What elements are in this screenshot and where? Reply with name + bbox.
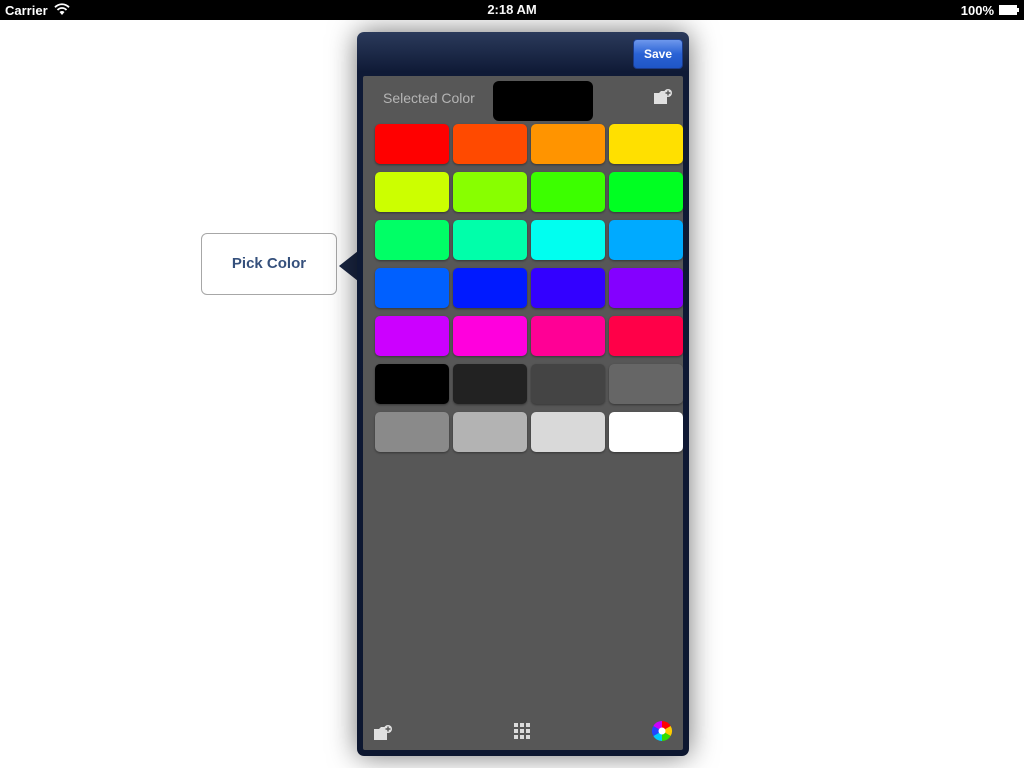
- color-swatch[interactable]: [531, 172, 605, 212]
- color-swatch[interactable]: [453, 316, 527, 356]
- battery-icon: [999, 5, 1019, 15]
- color-swatch[interactable]: [609, 172, 683, 212]
- color-swatch[interactable]: [609, 364, 683, 404]
- color-swatch[interactable]: [453, 364, 527, 404]
- color-swatch[interactable]: [531, 268, 605, 308]
- save-button[interactable]: Save: [633, 39, 683, 69]
- selected-color-swatch: [493, 81, 593, 121]
- color-swatch[interactable]: [375, 172, 449, 212]
- color-swatch[interactable]: [453, 220, 527, 260]
- add-folder-icon[interactable]: [653, 88, 673, 106]
- color-swatch[interactable]: [531, 412, 605, 452]
- selected-color-label: Selected Color: [383, 90, 475, 106]
- color-swatch[interactable]: [375, 124, 449, 164]
- color-swatch[interactable]: [531, 220, 605, 260]
- color-swatch[interactable]: [375, 268, 449, 308]
- battery-percentage: 100%: [960, 3, 994, 18]
- color-swatch[interactable]: [531, 124, 605, 164]
- color-picker-content: Selected Color: [363, 76, 683, 750]
- color-swatch[interactable]: [609, 220, 683, 260]
- color-swatch[interactable]: [453, 268, 527, 308]
- color-swatch[interactable]: [453, 124, 527, 164]
- pick-color-button[interactable]: Pick Color: [201, 233, 337, 295]
- color-picker-popover: Save Selected Color: [357, 32, 689, 756]
- color-swatch[interactable]: [375, 316, 449, 356]
- grid-icon[interactable]: [514, 723, 530, 739]
- add-folder-icon[interactable]: [373, 724, 393, 742]
- color-swatch[interactable]: [453, 412, 527, 452]
- color-swatch[interactable]: [609, 412, 683, 452]
- color-swatch[interactable]: [375, 412, 449, 452]
- color-swatch[interactable]: [375, 220, 449, 260]
- color-swatch[interactable]: [531, 364, 605, 404]
- popover-arrow: [339, 251, 358, 281]
- status-bar: Carrier 2:18 AM 100%: [0, 0, 1024, 20]
- color-swatch[interactable]: [375, 364, 449, 404]
- clock: 2:18 AM: [487, 2, 537, 17]
- color-swatch[interactable]: [609, 124, 683, 164]
- color-swatch[interactable]: [609, 268, 683, 308]
- color-swatch[interactable]: [609, 316, 683, 356]
- color-swatch[interactable]: [531, 316, 605, 356]
- color-swatch[interactable]: [453, 172, 527, 212]
- color-wheel-icon[interactable]: [651, 720, 673, 742]
